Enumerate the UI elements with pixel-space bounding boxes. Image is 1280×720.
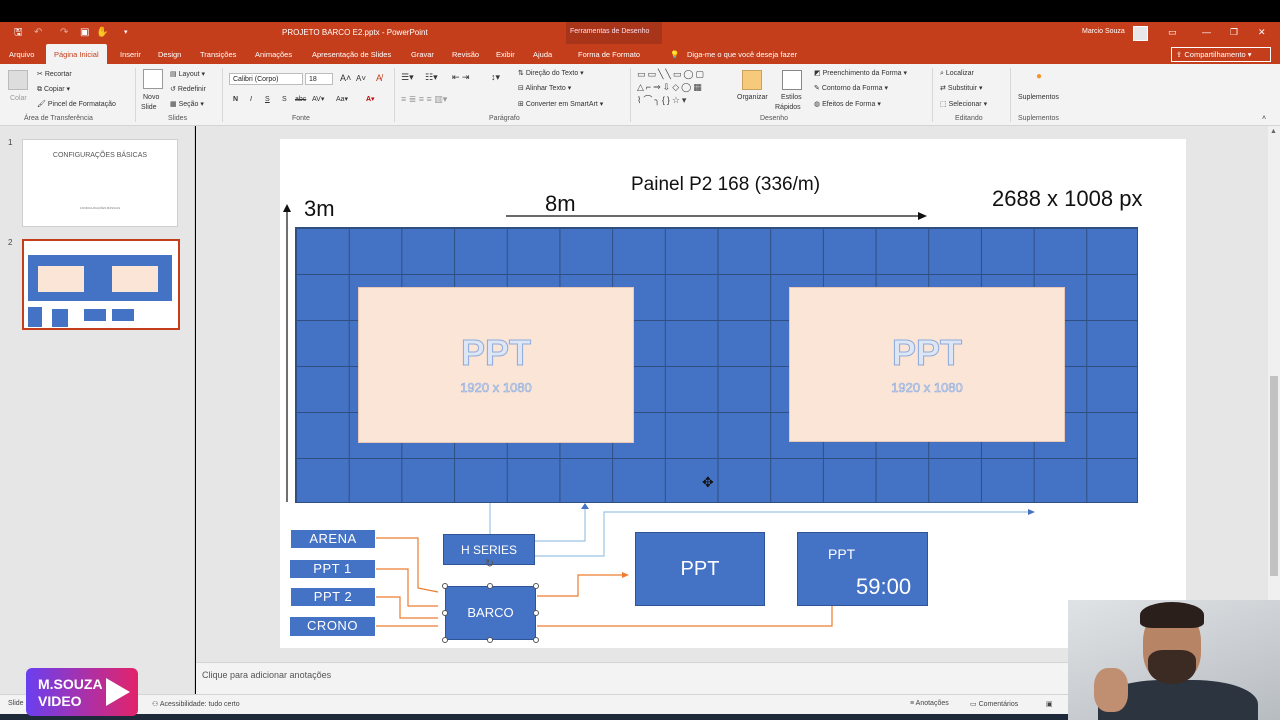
input-crono[interactable]: CRONO (290, 617, 375, 636)
input-arena[interactable]: ARENA (291, 530, 375, 548)
arrowhead (622, 572, 629, 578)
input-ppt1[interactable]: PPT 1 (290, 560, 375, 578)
hseries-to-right-connector (535, 511, 1030, 557)
ppt2-connector (376, 596, 438, 619)
barco-box[interactable]: BARCO (445, 586, 536, 640)
ppt1-connector (376, 568, 438, 607)
selection-handle[interactable] (533, 637, 539, 643)
presenter-hand (1094, 668, 1128, 712)
timer-box[interactable]: PPT 59:00 (797, 532, 928, 606)
rotate-handle-icon[interactable]: ↻ (485, 557, 494, 570)
selection-handle[interactable] (487, 637, 493, 643)
comment-icon: ▭ (970, 701, 979, 708)
arrowhead (1028, 509, 1035, 515)
arrowhead (581, 503, 589, 509)
normal-view-icon[interactable]: ▣ (1046, 700, 1053, 708)
hseries-to-led-connector (535, 507, 586, 542)
timer-value: 59:00 (856, 574, 912, 599)
selection-handle[interactable] (533, 610, 539, 616)
selection-handle[interactable] (442, 637, 448, 643)
notes-placeholder: Clique para adicionar anotações (202, 670, 332, 680)
channel-logo: M.SOUZA VIDEO (26, 668, 138, 716)
output-ppt-box[interactable]: PPT (635, 532, 765, 606)
play-icon (106, 678, 130, 706)
comments-label: Comentários (978, 701, 1019, 708)
presenter-hair (1140, 602, 1204, 628)
selection-handle[interactable] (487, 583, 493, 589)
arena-connector (376, 537, 439, 593)
logo-line2: VIDEO (38, 693, 82, 709)
slide-indicator[interactable]: Slide (8, 700, 24, 707)
barco-to-timer-connector (537, 606, 833, 627)
selection-handle[interactable] (442, 610, 448, 616)
input-ppt2[interactable]: PPT 2 (291, 588, 375, 606)
webcam-overlay (1068, 600, 1280, 720)
accessibility-icon: ⚇ (152, 701, 160, 708)
comments-toggle[interactable]: ▭ Comentários (970, 700, 1018, 708)
accessibility-label: Acessibilidade: tudo certo (159, 701, 240, 708)
notes-toggle[interactable]: ≡ Anotações (910, 700, 949, 707)
move-cursor-icon: ✥ (702, 474, 714, 490)
notes-label: Anotações (915, 700, 949, 707)
timer-ppt-label: PPT (828, 546, 856, 562)
barco-to-ppt-connector (537, 574, 624, 597)
accessibility-status[interactable]: ⚇ Acessibilidade: tudo certo (152, 700, 240, 708)
presenter-beard (1148, 650, 1196, 684)
logo-line1: M.SOUZA (38, 676, 103, 692)
selection-handle[interactable] (533, 583, 539, 589)
selection-handle[interactable] (442, 583, 448, 589)
